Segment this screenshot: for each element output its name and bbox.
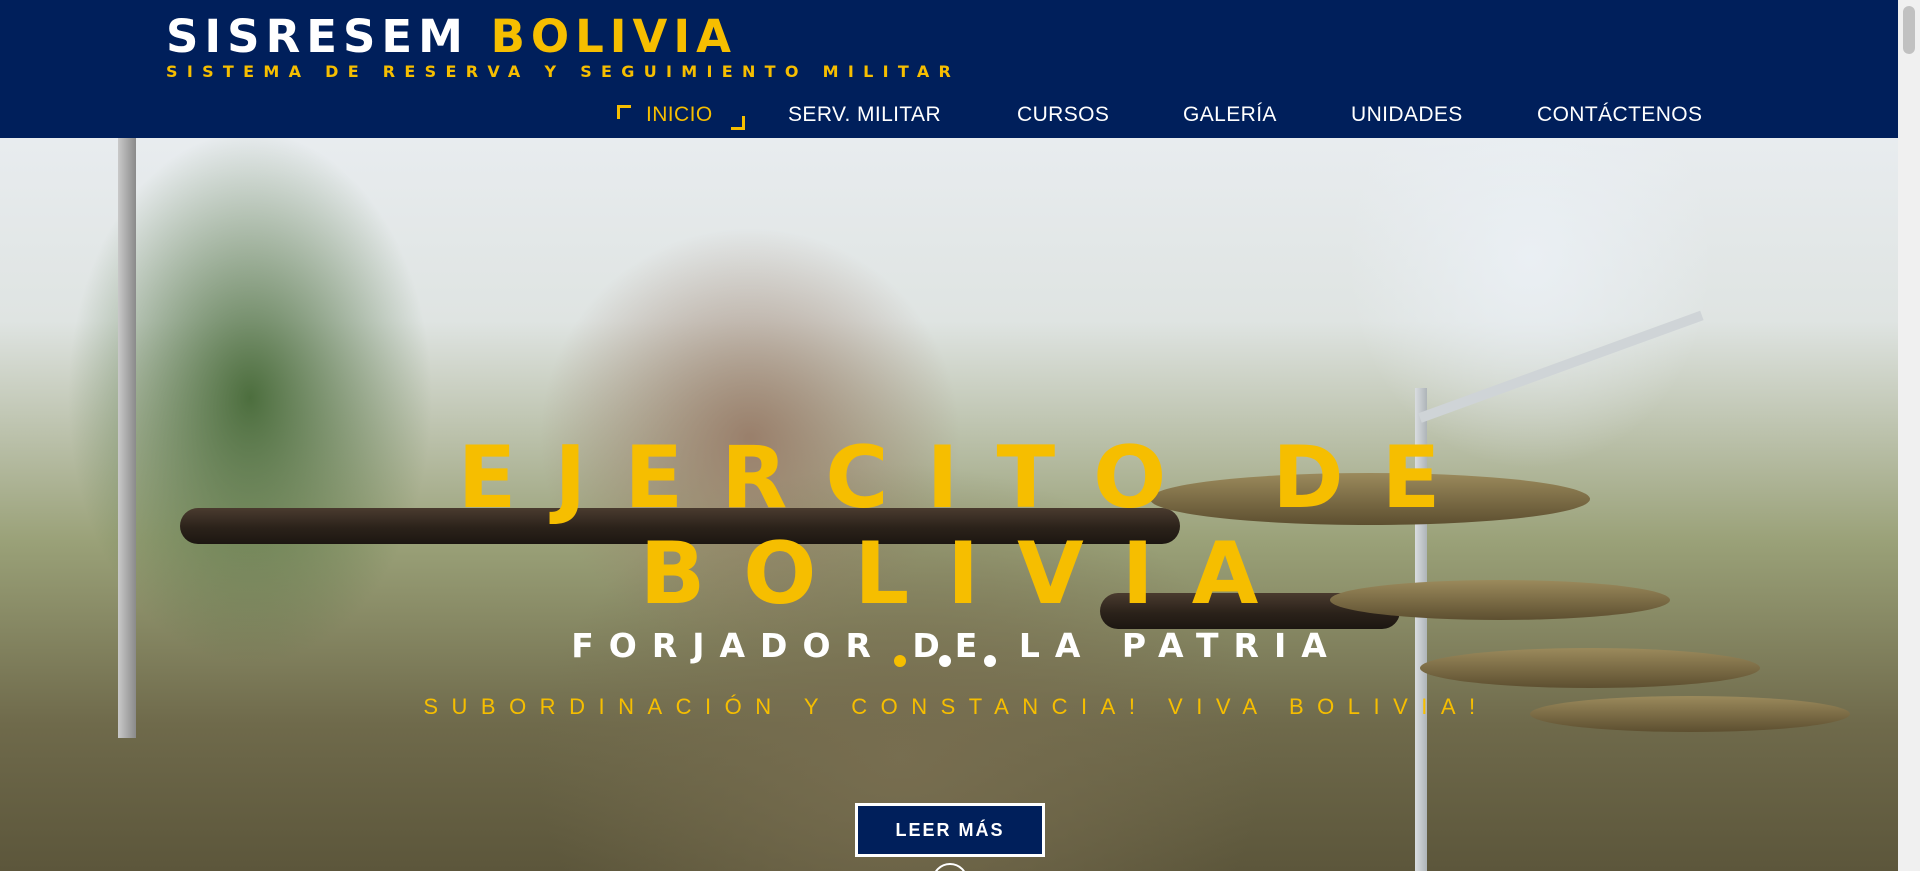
nav-item-cursos[interactable]: CURSOS [1017,103,1109,127]
slide-dots [894,655,1004,669]
brand-title: SISRESEM BOLIVIA [166,12,960,62]
nav-item-serv-militar[interactable]: SERV. MILITAR [788,103,941,127]
page-scrollbar[interactable] [1898,0,1920,871]
nav-item-unidades[interactable]: UNIDADES [1351,103,1463,127]
scrollbar-thumb[interactable] [1903,6,1915,54]
hero-motto: SUBORDINACIÓN Y CONSTANCIA! VIVA BOLIVIA… [423,694,1489,719]
active-corner-bracket-icon [617,105,631,119]
hero-title-line2: BOLIVIA [639,524,1297,624]
hero-title-line1: EJERCITO DE [457,428,1479,528]
site-header: SISRESEM BOLIVIA SISTEMA DE RESERVA Y SE… [0,0,1898,138]
brand-logo[interactable]: SISRESEM BOLIVIA SISTEMA DE RESERVA Y SE… [166,12,961,82]
slide-dot-1[interactable] [894,655,906,667]
nav-item-galeria[interactable]: GALERÍA [1183,103,1277,127]
scroll-down-icon[interactable] [932,863,968,871]
nav-item-inicio[interactable]: INICIO [646,103,713,127]
hero-title: EJERCITO DE BOLIVIA [0,430,1898,622]
slide-dot-3[interactable] [984,655,996,667]
street-lamp-arm [1418,310,1704,423]
nav-item-contactenos[interactable]: CONTÁCTENOS [1537,103,1702,127]
brand-title-part1: SISRESEM [166,10,469,63]
slide-dot-2[interactable] [939,655,951,667]
leer-mas-button[interactable]: LEER MÁS [855,803,1045,857]
brand-title-part2: BOLIVIA [490,10,737,63]
brand-subtitle: SISTEMA DE RESERVA Y SEGUIMIENTO MILITAR [166,62,961,81]
main-nav: INICIO SERV. MILITAR CURSOS GALERÍA UNID… [0,98,1898,134]
active-corner-bracket-icon-bottom [731,116,745,130]
hero-slider: EJERCITO DE BOLIVIA FORJADOR DE LA PATRI… [0,138,1898,871]
